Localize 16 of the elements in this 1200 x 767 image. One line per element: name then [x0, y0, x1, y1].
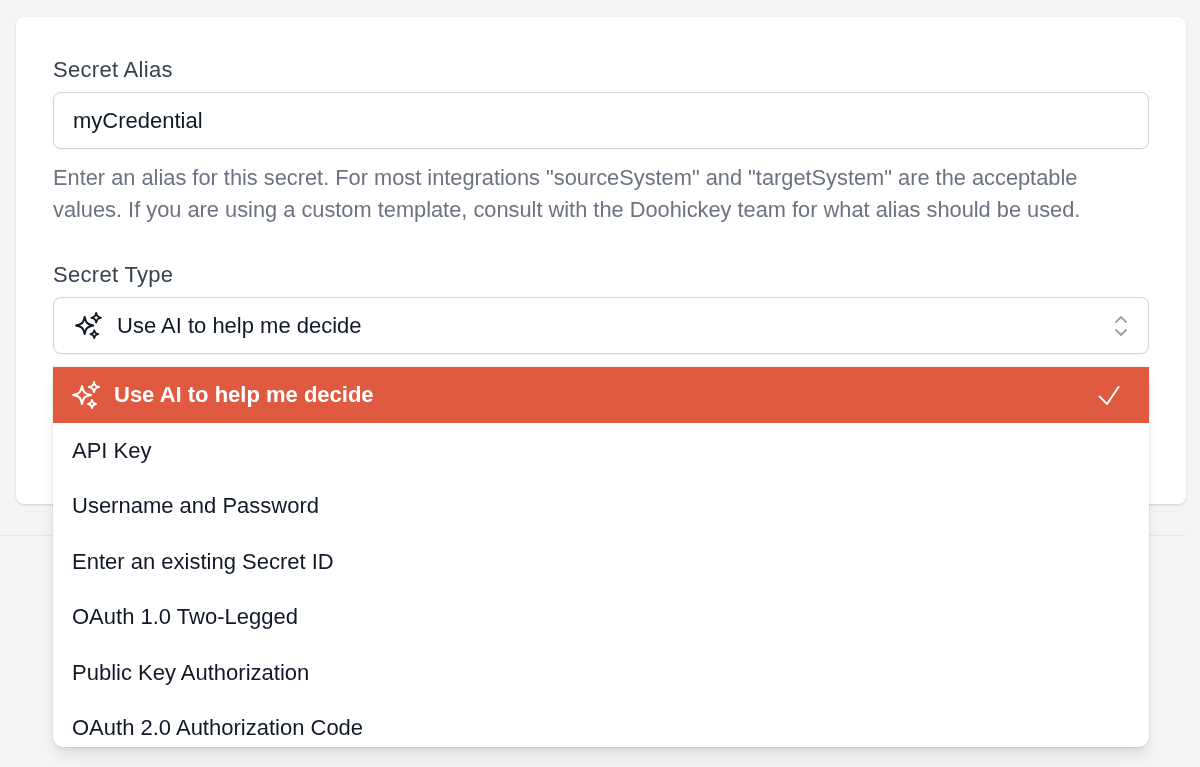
alias-input-field[interactable]: myCredential — [53, 92, 1149, 149]
dropdown-option[interactable]: Public Key Authorization — [53, 645, 1149, 701]
field-label: Secret Alias — [53, 57, 173, 83]
secret-type-select[interactable]: Use AI to help me decide — [53, 297, 1149, 354]
field-label: Secret Type — [53, 262, 174, 288]
sparkles-icon — [72, 381, 100, 409]
dropdown-option[interactable]: Enter an existing Secret ID — [53, 534, 1149, 590]
help-text: Enter an alias for this secret. For most integrations "sourceSystem" and "targetSystem" are the acceptable values. If you are using a custom template, consult with the Doohickey team for what alias should be used. — [53, 164, 1082, 224]
dropdown-option[interactable]: OAuth 1.0 Two-Legged — [53, 589, 1149, 645]
dropdown-option[interactable]: API Key — [53, 423, 1149, 479]
dropdown-option[interactable]: Use AI to help me decide — [53, 367, 1149, 423]
chevron-up-down-icon — [1115, 315, 1127, 336]
dropdown-option[interactable]: Username and Password — [53, 478, 1149, 534]
dropdown-option[interactable]: OAuth 2.0 Authorization Code — [53, 700, 1149, 747]
sparkles-icon — [75, 312, 102, 339]
check-icon — [1098, 385, 1120, 405]
